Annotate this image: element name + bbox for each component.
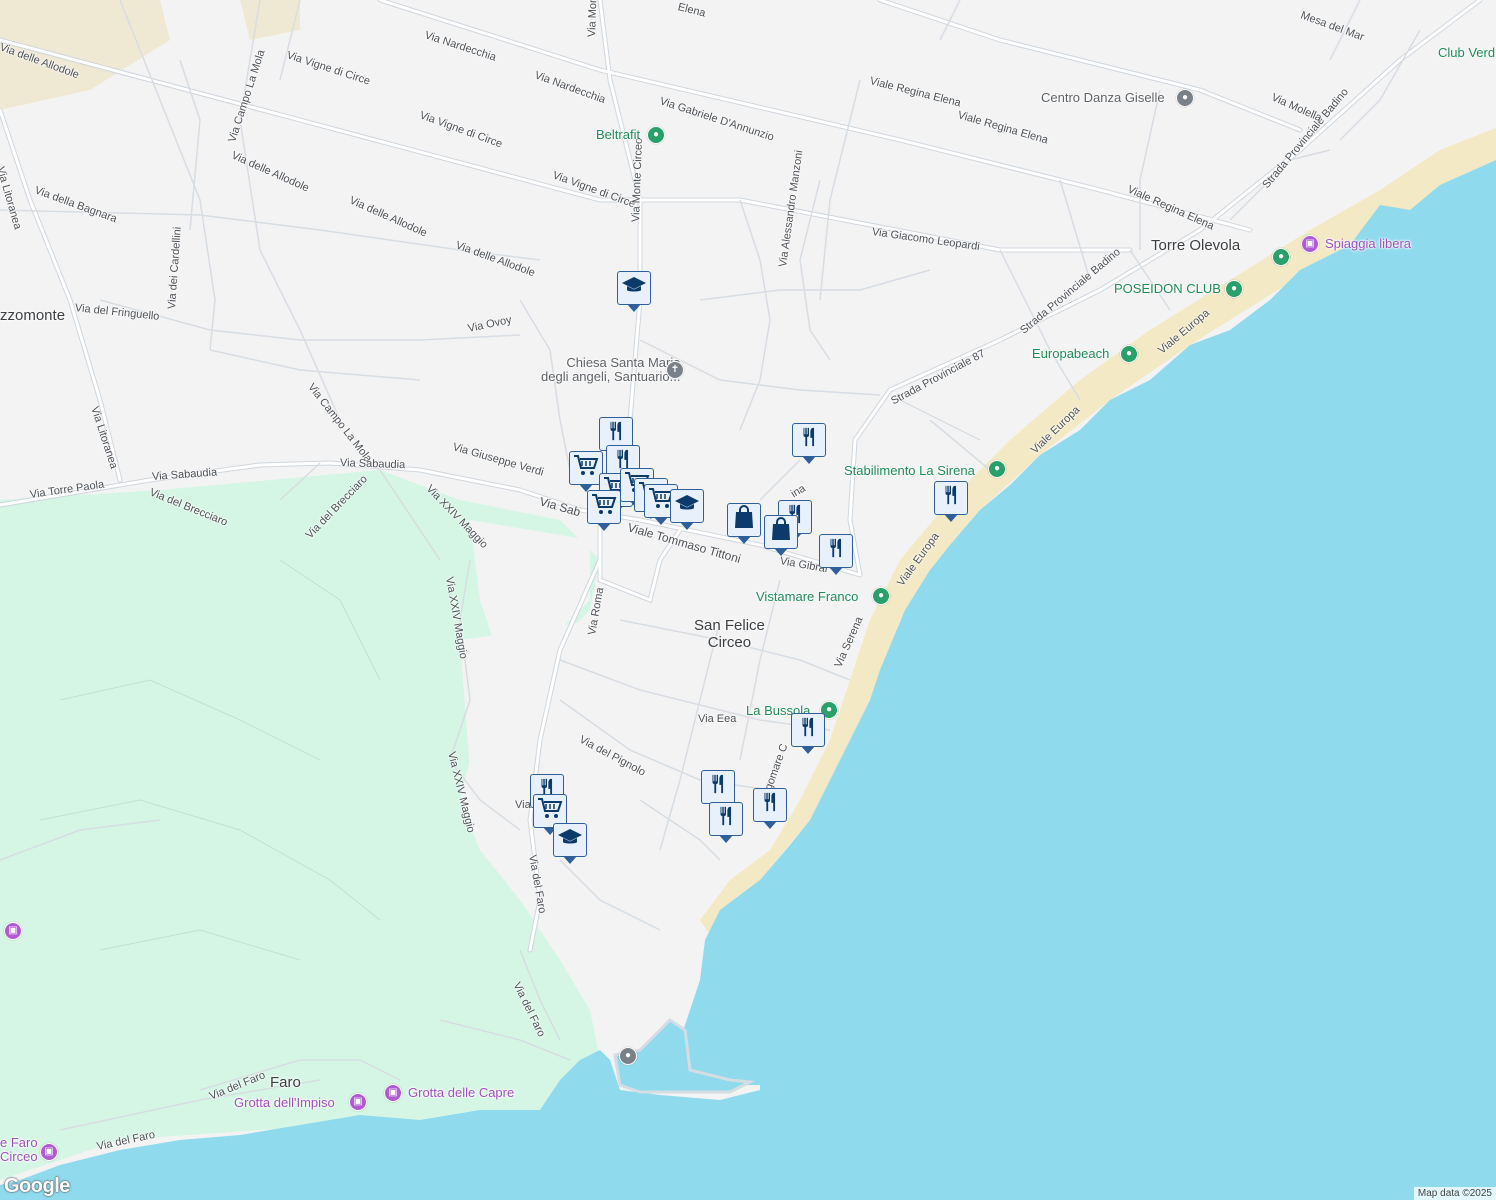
- poi-beltrafit[interactable]: Beltrafit: [596, 128, 640, 142]
- map-marker-school[interactable]: [617, 271, 651, 312]
- poi-centro-danza[interactable]: Centro Danza Giselle: [1041, 91, 1165, 105]
- poi-label: Vistamare Franco: [756, 589, 859, 604]
- poi-label: Club Verd: [1438, 45, 1496, 60]
- google-logo: Google: [4, 1175, 70, 1197]
- poi-grotta-capre[interactable]: Grotta delle Capre: [408, 1086, 514, 1100]
- map-marker-cart[interactable]: [587, 490, 621, 531]
- poi-label: Europabeach: [1032, 346, 1110, 361]
- map-marker-school[interactable]: [553, 823, 587, 864]
- beach-icon: ●: [1225, 280, 1243, 298]
- poi-label: Chiesa Santa Maria degli angeli, Santuar…: [541, 355, 681, 384]
- dance-icon: ●: [1176, 89, 1194, 107]
- map-canvas[interactable]: zzomonte San Felice Circeo Torre Olevola…: [0, 0, 1496, 1200]
- cart-icon: [537, 796, 563, 826]
- camera-icon: ▣: [1301, 235, 1319, 253]
- restaurant-icon: [825, 537, 847, 565]
- cart-icon: [573, 453, 599, 483]
- poi-club-verde[interactable]: Club Verd: [1438, 46, 1495, 60]
- camera-icon: ▣: [384, 1084, 402, 1102]
- poi-label: Beltrafit: [596, 127, 641, 142]
- map-attribution[interactable]: Map data ©2025: [1413, 1187, 1496, 1200]
- ferry-icon: ●: [619, 1047, 637, 1065]
- place-label-san-felice-circeo: San Felice Circeo: [694, 617, 765, 651]
- map-marker-restaurant[interactable]: [819, 534, 853, 575]
- street-label: Via Monte C: [586, 0, 601, 38]
- poi-chiesa[interactable]: Chiesa Santa Maria degli angeli, Santuar…: [541, 356, 680, 384]
- poi-spiaggia-libera[interactable]: Spiaggia libera: [1325, 237, 1411, 251]
- street-label: Via: [515, 799, 531, 811]
- poi-grotta-impiso[interactable]: Grotta dell'Impiso: [234, 1096, 335, 1110]
- school-icon: [557, 827, 583, 853]
- place-label-mezzomonte: zzomonte: [0, 307, 66, 324]
- church-icon: ✝: [666, 361, 684, 379]
- shopping-bag-icon: [733, 505, 755, 535]
- cart-icon: [591, 492, 617, 522]
- poi-vistamare-franco[interactable]: Vistamare Franco: [756, 590, 858, 604]
- street-label: Via Sabaudia: [339, 457, 406, 472]
- map-marker-cart[interactable]: [569, 451, 603, 492]
- beach-icon: ●: [872, 587, 890, 605]
- poi-label: Spiaggia libera: [1325, 236, 1412, 251]
- restaurant-icon: [715, 805, 737, 833]
- map-marker-shopping-bag[interactable]: [727, 503, 761, 544]
- restaurant-icon: [707, 773, 729, 801]
- camera-icon: ▣: [349, 1093, 367, 1111]
- shopping-bag-icon: [770, 517, 792, 547]
- map-marker-restaurant[interactable]: [791, 713, 825, 754]
- camera-icon: ▣: [4, 922, 22, 940]
- poi-label: Stabilimento La Sirena: [844, 463, 975, 478]
- restaurant-icon: [940, 484, 962, 512]
- poi-poseidon-club[interactable]: POSEIDON CLUB: [1114, 282, 1221, 296]
- school-icon: [621, 275, 647, 301]
- poi-europabeach[interactable]: Europabeach: [1032, 347, 1109, 361]
- restaurant-icon: [797, 716, 819, 744]
- poi-faro-circeo[interactable]: e Faro Circeo: [0, 1136, 38, 1164]
- map-marker-restaurant[interactable]: [709, 802, 743, 843]
- street-label: Via Eea: [698, 713, 737, 725]
- map-marker-shopping-bag[interactable]: [764, 515, 798, 556]
- poi-label: POSEIDON CLUB: [1114, 281, 1221, 296]
- poi-la-sirena[interactable]: Stabilimento La Sirena: [844, 464, 975, 478]
- restaurant-icon: [798, 426, 820, 454]
- place-label-faro: Faro: [270, 1074, 301, 1091]
- fitness-icon: ●: [647, 126, 665, 144]
- map-marker-restaurant[interactable]: [753, 788, 787, 829]
- poi-label: Centro Danza Giselle: [1041, 90, 1165, 105]
- map-marker-school[interactable]: [670, 489, 704, 530]
- camera-icon: ▣: [40, 1143, 58, 1161]
- school-icon: [674, 493, 700, 519]
- map-marker-restaurant[interactable]: [792, 423, 826, 464]
- restaurant-icon: [759, 791, 781, 819]
- place-label-torre-olevola: Torre Olevola: [1151, 237, 1241, 254]
- beach-icon: ●: [988, 460, 1006, 478]
- beach-icon: ●: [1272, 248, 1290, 266]
- restaurant-icon: [605, 420, 627, 448]
- poi-label: Grotta delle Capre: [408, 1085, 515, 1100]
- map-marker-restaurant[interactable]: [701, 770, 735, 811]
- map-marker-restaurant[interactable]: [934, 481, 968, 522]
- street-label: Via Monte Circeo: [630, 137, 645, 223]
- beach-icon: ●: [1120, 345, 1138, 363]
- poi-label: Grotta dell'Impiso: [234, 1095, 335, 1110]
- poi-label: e Faro Circeo: [0, 1135, 38, 1164]
